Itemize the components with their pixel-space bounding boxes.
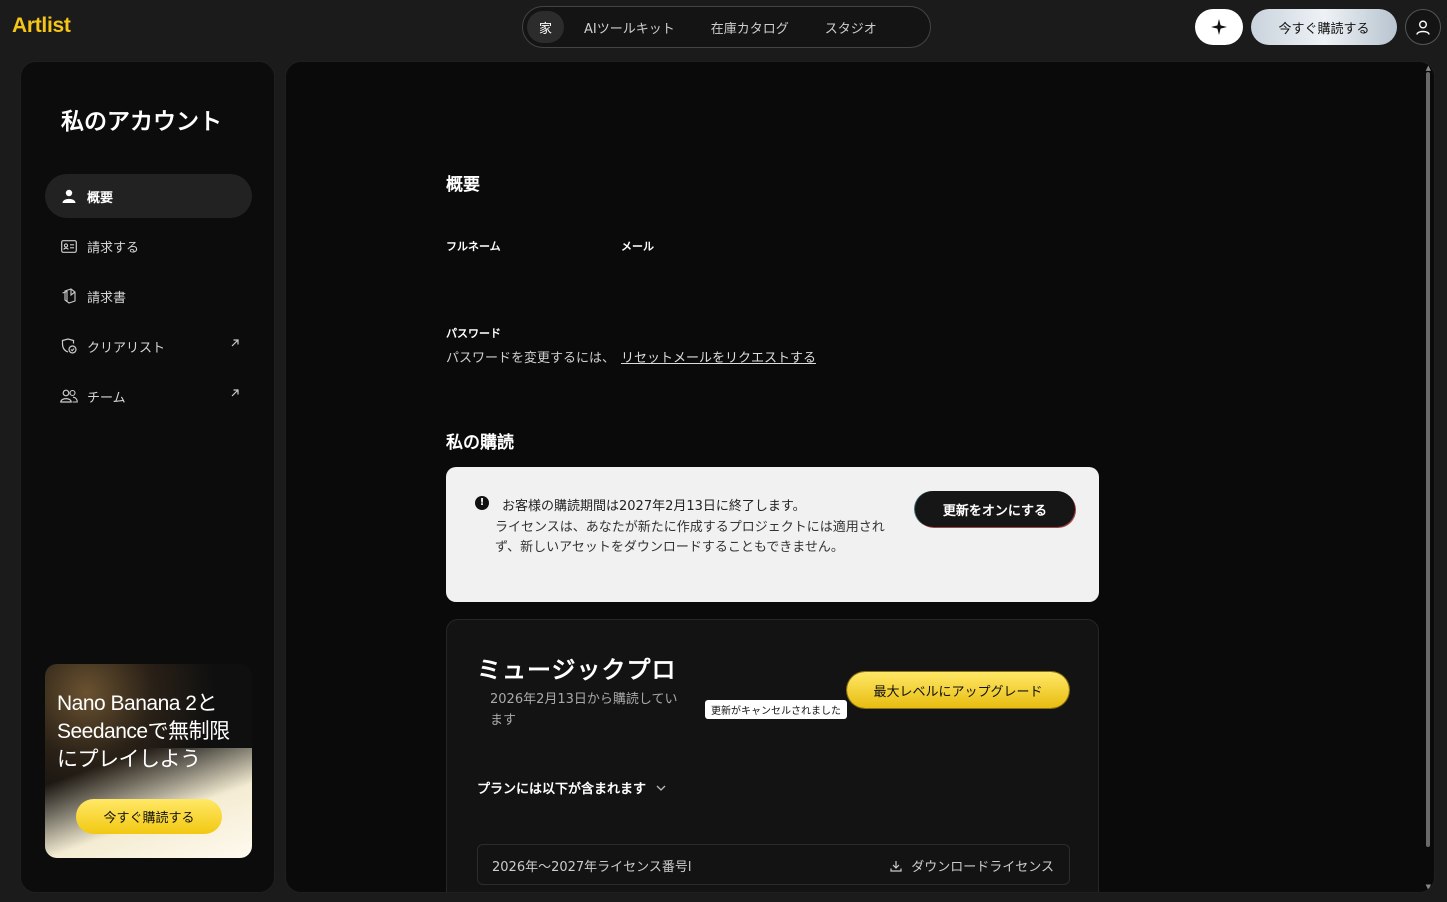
subscription-notice: ! お客様の購読期間は2027年2月13日に終了します。 ライセンスは、あなたが… (446, 467, 1099, 602)
license-name: 2026年～2027年ライセンス番号l (492, 860, 692, 875)
external-link-icon (230, 337, 240, 352)
promo-card: Nano Banana 2とSeedanceで無制限にプレイしよう 今すぐ購読す… (45, 664, 252, 858)
plan-since: 2026年2月13日から購読しています (490, 692, 678, 728)
download-license-button[interactable]: ダウンロードライセンス (890, 856, 1054, 875)
external-link-icon (230, 387, 240, 402)
user-icon (60, 187, 78, 205)
sidebar-item-label: 請求書 (87, 290, 127, 306)
promo-subscribe-button[interactable]: 今すぐ購読する (76, 799, 222, 834)
download-license-label: ダウンロードライセンス (911, 860, 1054, 875)
scroll-down-arrow[interactable]: ▼ (1426, 883, 1431, 891)
sidebar-item-label: チーム (87, 390, 126, 406)
sidebar-item-label: 請求する (87, 240, 140, 256)
sidebar-item-invoices[interactable]: 請求書 (45, 274, 252, 318)
team-icon (60, 387, 78, 405)
sidebar-nav: 概要 請求する 請求書 クリアリスト チーム (45, 174, 252, 424)
tab-ai-toolkit[interactable]: AIツールキット (568, 11, 691, 43)
plan-includes-toggle[interactable]: プランには以下が含まれます (477, 778, 666, 797)
password-text: パスワードを変更するには、 (446, 351, 616, 366)
scrollbar-thumb[interactable] (1426, 72, 1430, 847)
subscribe-now-button[interactable]: 今すぐ購読する (1251, 9, 1397, 45)
notice-title: お客様の購読期間は2027年2月13日に終了します。 (502, 499, 806, 514)
scroll-up-arrow[interactable]: ▲ (1426, 64, 1431, 72)
sidebar-item-label: クリアリスト (87, 340, 166, 356)
plan-includes-label: プランには以下が含まれます (477, 782, 647, 797)
promo-text: Nano Banana 2とSeedanceで無制限にプレイしよう (57, 692, 230, 771)
chevron-down-icon (656, 780, 666, 795)
clear-list-icon (60, 337, 78, 355)
notice-body: ライセンスは、あなたが新たに作成するプロジェクトには適用されず、新しいアセットを… (495, 520, 885, 555)
sparkle-icon (1211, 19, 1227, 35)
ai-sparkle-button[interactable] (1195, 9, 1243, 45)
email-label: メール (621, 240, 654, 253)
subscription-heading: 私の購読 (446, 433, 514, 453)
artlist-logo[interactable]: Artlist (12, 14, 71, 38)
password-label: パスワード (446, 327, 501, 340)
id-card-icon (60, 237, 78, 255)
fullname-label: フルネーム (446, 240, 501, 253)
sidebar-item-label: 概要 (87, 190, 114, 206)
tab-studio[interactable]: スタジオ (809, 11, 893, 43)
account-main: ▲ ▼ 概要 フルネーム メール パスワード パスワードを変更するには、 リセット… (285, 61, 1435, 893)
plan-card: ミュージックプロ 2026年2月13日から購読しています 更新がキャンセルされま… (446, 619, 1099, 892)
license-row: 2026年～2027年ライセンス番号l ダウンロードライセンス (477, 844, 1070, 885)
account-sidebar: 私のアカウント 概要 請求する 請求書 クリアリスト チーム Nano Bana… (20, 61, 275, 893)
sidebar-item-overview[interactable]: 概要 (45, 174, 252, 218)
overview-heading: 概要 (446, 175, 480, 195)
user-icon (1416, 20, 1430, 35)
sidebar-item-billing[interactable]: 請求する (45, 224, 252, 268)
upgrade-button[interactable]: 最大レベルにアップグレード (847, 672, 1069, 708)
status-badge: 更新がキャンセルされました (705, 700, 847, 719)
tab-home[interactable]: 家 (527, 11, 565, 43)
password-instructions: パスワードを変更するには、 リセットメールをリクエストする (446, 347, 816, 366)
sidebar-title: 私のアカウント (61, 109, 222, 135)
tab-stock-catalog[interactable]: 在庫カタログ (695, 11, 805, 43)
sidebar-item-clear-list[interactable]: クリアリスト (45, 324, 252, 368)
plan-title: ミュージックプロ (477, 656, 677, 684)
top-nav: 家 AIツールキット 在庫カタログ スタジオ (522, 6, 931, 48)
user-menu-button[interactable] (1405, 9, 1441, 45)
alert-icon: ! (475, 496, 489, 510)
download-icon (890, 860, 902, 872)
reset-email-link[interactable]: リセットメールをリクエストする (621, 351, 816, 366)
invoice-icon (60, 287, 78, 305)
sidebar-item-team[interactable]: チーム (45, 374, 252, 418)
turn-on-renewal-button[interactable]: 更新をオンにする (915, 491, 1075, 527)
